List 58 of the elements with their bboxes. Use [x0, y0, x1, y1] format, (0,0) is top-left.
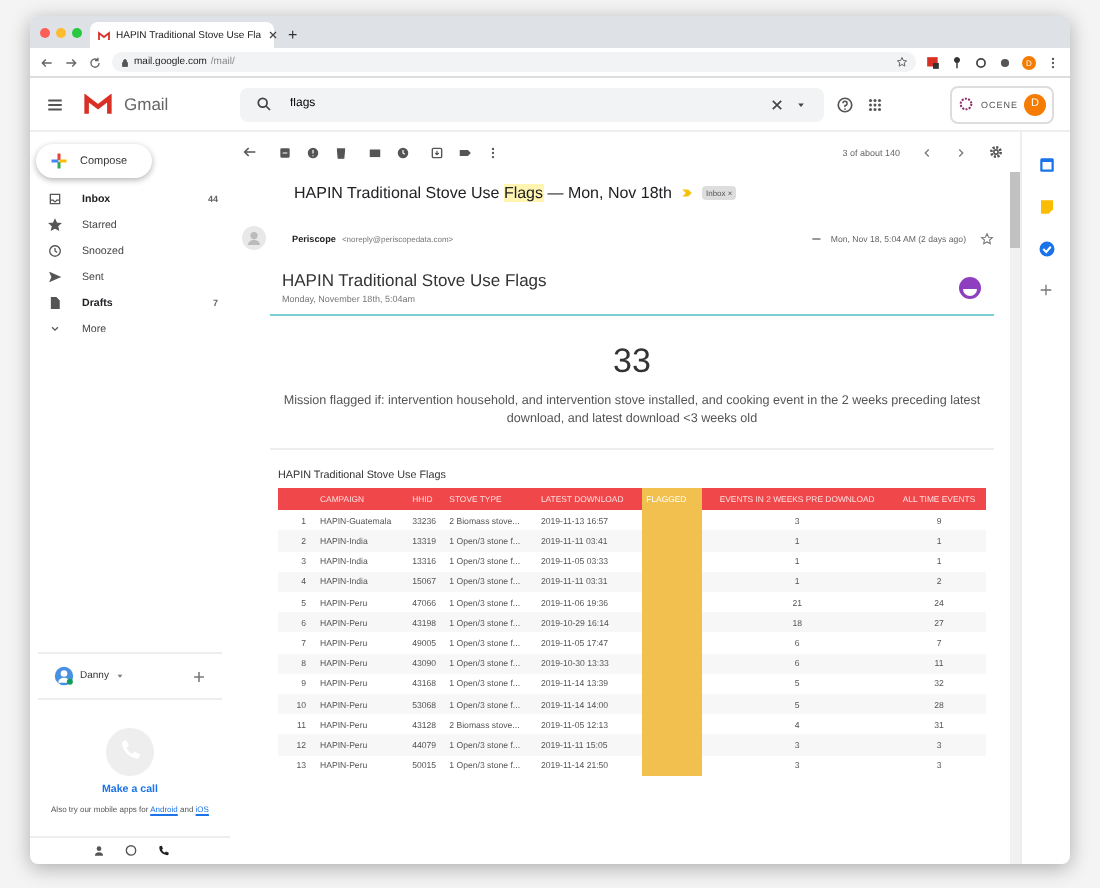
settings-icon[interactable]: [988, 144, 1004, 160]
apps-grid-icon[interactable]: [866, 95, 884, 113]
draft-icon: [48, 296, 62, 310]
checkmark-circle-icon[interactable]: [1037, 240, 1055, 258]
report-icon[interactable]: [306, 145, 320, 159]
phone-icon[interactable]: [155, 844, 169, 858]
star-icon: [48, 218, 62, 232]
more-icon[interactable]: [486, 145, 500, 159]
extension-icon[interactable]: [926, 55, 940, 69]
search-icon[interactable]: [256, 96, 272, 112]
delete-icon[interactable]: [334, 145, 348, 159]
previous-icon[interactable]: [920, 145, 934, 159]
new-tab-button[interactable]: +: [282, 24, 304, 48]
back-arrow-icon[interactable]: [242, 144, 258, 160]
calendar-icon[interactable]: [1037, 156, 1055, 174]
column-header: [278, 488, 316, 511]
next-icon[interactable]: [954, 145, 968, 159]
flag-count: 33: [613, 342, 651, 382]
clock-icon[interactable]: [396, 145, 410, 159]
maximize-window-dot[interactable]: [72, 27, 82, 37]
archive-icon[interactable]: [278, 145, 292, 159]
scrollbar[interactable]: [1010, 172, 1020, 864]
mail-logo-icon: [98, 29, 110, 41]
bookmark-star-icon[interactable]: [896, 56, 908, 68]
user-avatar: [54, 666, 74, 687]
menu-icon[interactable]: [46, 95, 64, 113]
label-icon[interactable]: [458, 145, 472, 159]
caret-icon[interactable]: [114, 670, 127, 683]
send-icon: [48, 270, 62, 284]
minimize-window-dot[interactable]: [56, 27, 66, 37]
periscope-logo-icon: [958, 275, 982, 299]
plus-icon: [50, 152, 68, 170]
star-icon[interactable]: [980, 231, 994, 245]
report-title: HAPIN Traditional Stove Use Flags: [282, 270, 549, 290]
help-icon[interactable]: [836, 95, 854, 113]
gmail-wordmark: Gmail: [124, 94, 171, 114]
org-logo-icon: [958, 96, 975, 112]
forward-icon[interactable]: [64, 55, 78, 69]
move-to-icon[interactable]: [430, 145, 444, 159]
person-icon[interactable]: [91, 844, 105, 858]
inbox-icon: [48, 192, 62, 206]
clock-icon: [48, 244, 62, 258]
clear-search-icon[interactable]: [770, 97, 784, 111]
pin-icon[interactable]: [950, 55, 964, 69]
back-icon[interactable]: [40, 55, 54, 69]
importance-marker-icon[interactable]: [679, 186, 694, 200]
add-icon[interactable]: [1038, 282, 1054, 298]
sender-avatar: [242, 226, 266, 250]
add-icon[interactable]: [192, 669, 206, 684]
reload-icon[interactable]: [88, 55, 102, 69]
close-window-dot[interactable]: [40, 27, 50, 37]
message-subject: HAPIN Traditional Stove Use Flags — Mon, Nov 18th: [294, 184, 672, 202]
more-icon: [48, 322, 62, 336]
gmail-logo-icon: [84, 93, 112, 115]
close-tab-icon[interactable]: [267, 30, 278, 40]
mail-icon[interactable]: [368, 145, 382, 159]
lock-icon: [120, 57, 130, 67]
more-icon[interactable]: [1046, 55, 1060, 69]
